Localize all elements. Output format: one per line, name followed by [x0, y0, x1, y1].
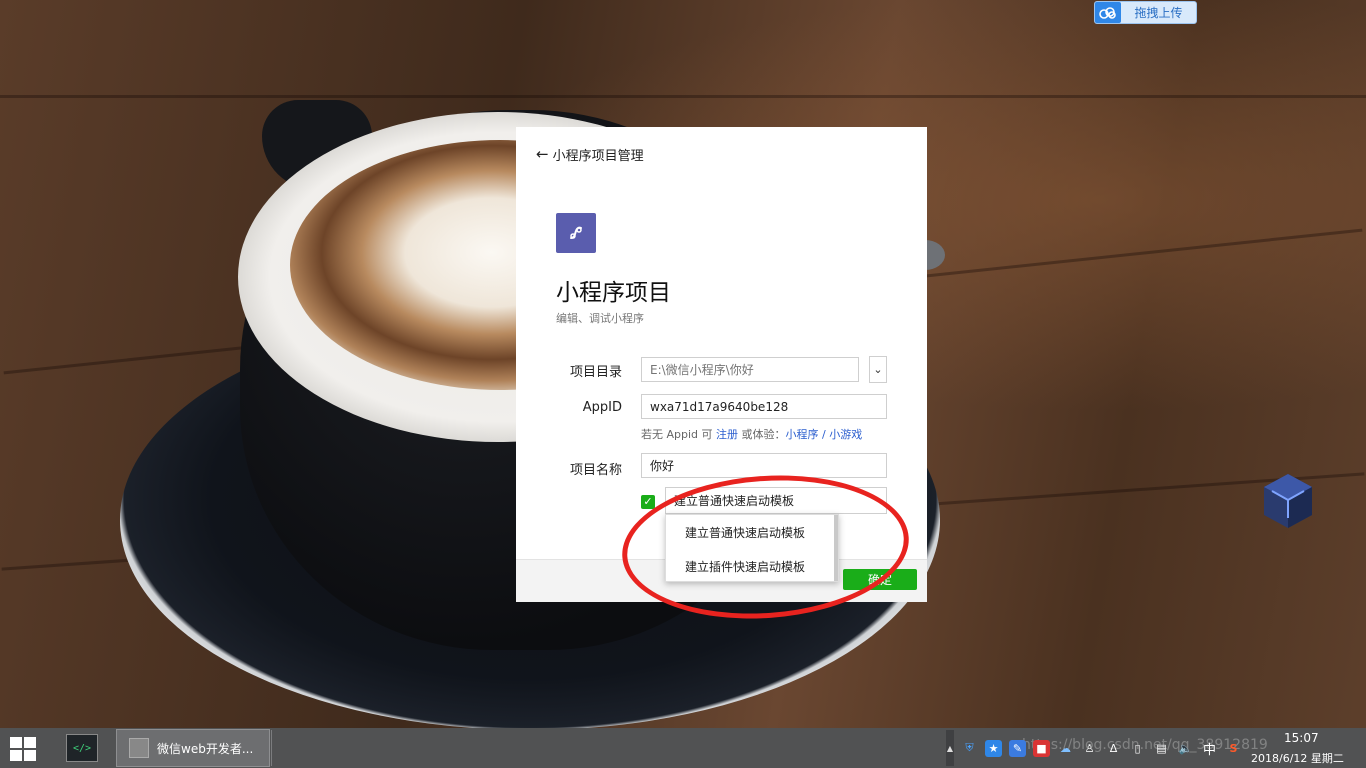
cloud-icon[interactable]: ☁	[1057, 740, 1074, 757]
system-tray: ▲ ⛨ ★ ✎ ■ ☁ ♙ ᐃ ▯ ▤ 🔈 中 S	[946, 728, 1242, 768]
dialog-title: 小程序项目	[556, 280, 671, 306]
app-window-icon	[129, 738, 149, 758]
appid-label: AppID	[582, 400, 622, 415]
drag-upload-label: 拖拽上传	[1134, 6, 1183, 20]
drag-upload-button[interactable]: 拖拽上传	[1094, 1, 1197, 24]
start-tile	[24, 750, 36, 761]
arrow-left-icon: ←	[536, 145, 549, 163]
project-name-input[interactable]: 你好	[641, 453, 887, 478]
chevron-down-icon: ⌄	[873, 363, 883, 376]
input-method-indicator[interactable]: 中	[1201, 740, 1218, 758]
back-label: 小程序项目管理	[552, 149, 644, 164]
app-red-icon[interactable]: ■	[1033, 739, 1050, 757]
try-miniprogram-link[interactable]: 小程序	[786, 428, 819, 441]
start-tile	[24, 737, 36, 748]
try-minigame-link[interactable]: 小游戏	[829, 428, 862, 441]
back-link[interactable]: ← 小程序项目管理	[536, 145, 644, 165]
miniprogram-logo-icon	[556, 213, 596, 253]
notes-icon[interactable]: ✎	[1009, 739, 1026, 757]
directory-dropdown-button[interactable]: ⌄	[869, 356, 887, 383]
clock-time[interactable]: 15:07	[1284, 731, 1319, 745]
volume-icon[interactable]: 🔈	[1177, 740, 1194, 757]
taskbar: </> 微信web开发者... https://blog.csdn.net/qq…	[0, 728, 1366, 768]
project-name-label: 项目名称	[569, 463, 622, 478]
sogou-icon[interactable]: S	[1225, 740, 1242, 757]
cloud-upload-icon	[1095, 2, 1121, 23]
star-icon[interactable]: ★	[985, 739, 1002, 757]
directory-label: 项目目录	[569, 365, 622, 380]
hint-middle: 或体验：	[738, 428, 786, 441]
appid-hint: 若无 Appid 可 注册 或体验：小程序 / 小游戏	[641, 426, 862, 442]
bluetooth-icon[interactable]: ᐃ	[1105, 740, 1122, 757]
taskbar-window-button[interactable]: 微信web开发者...	[116, 729, 270, 767]
tray-expand-icon[interactable]: ▲	[946, 730, 954, 766]
devtools-taskbar-icon[interactable]: </>	[66, 734, 98, 762]
person-icon[interactable]: ♙	[1081, 740, 1098, 757]
appid-input[interactable]: wxa71d17a9640be128	[641, 394, 887, 419]
windows-start-button[interactable]	[10, 737, 38, 761]
phone-icon[interactable]: ▯	[1129, 740, 1146, 757]
start-tile	[10, 750, 22, 761]
directory-input[interactable]	[641, 357, 859, 382]
taskbar-separator	[271, 730, 272, 766]
cube-gadget-icon[interactable]	[1262, 472, 1314, 530]
start-tile	[10, 737, 22, 748]
clock-date[interactable]: 2018/6/12 星期二	[1251, 750, 1344, 766]
hint-slash: /	[818, 428, 830, 441]
template-checkbox[interactable]: ✓	[641, 495, 655, 509]
shield-icon[interactable]: ⛨	[961, 740, 978, 757]
dialog-subtitle: 编辑、调试小程序	[556, 312, 644, 325]
taskbar-window-title: 微信web开发者...	[157, 741, 254, 756]
wood-plank-line	[0, 95, 1366, 98]
hint-prefix: 若无 Appid 可	[641, 428, 717, 441]
network-icon[interactable]: ▤	[1153, 740, 1170, 757]
register-link[interactable]: 注册	[716, 428, 738, 441]
